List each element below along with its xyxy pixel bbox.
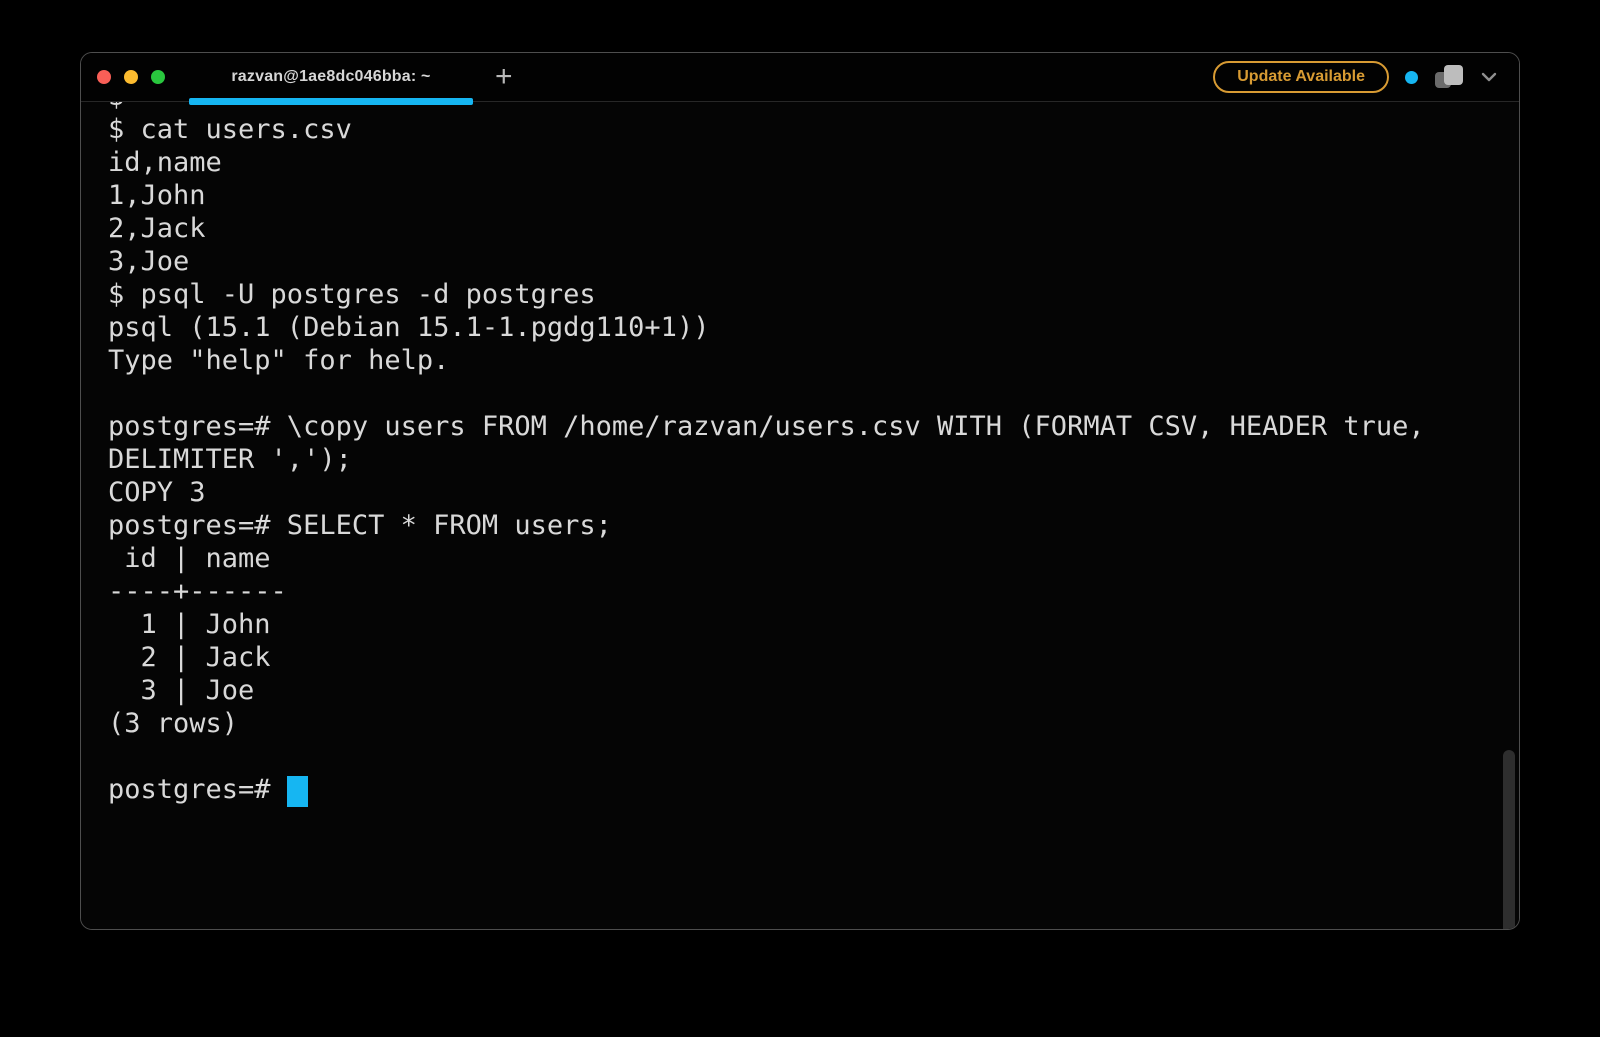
- prompt-line: postgres=#: [108, 773, 1492, 806]
- terminal-content[interactable]: $ $ cat users.csv id,name 1,John 2,Jack …: [81, 102, 1519, 929]
- status-dot-icon: [1405, 71, 1418, 84]
- terminal-output: $ $ cat users.csv id,name 1,John 2,Jack …: [108, 102, 1492, 740]
- tab-title: razvan@1ae8dc046bba: ~: [231, 68, 430, 86]
- window-controls: [97, 70, 165, 84]
- update-available-button[interactable]: Update Available: [1213, 61, 1389, 93]
- terminal-window: razvan@1ae8dc046bba: ~ + Update Availabl…: [80, 52, 1520, 930]
- titlebar-right-controls: Update Available: [1213, 61, 1497, 93]
- minimize-button[interactable]: [124, 70, 138, 84]
- maximize-button[interactable]: [151, 70, 165, 84]
- windows-stack-icon[interactable]: [1434, 64, 1465, 90]
- prompt-text: postgres=#: [108, 774, 287, 805]
- tab-active[interactable]: razvan@1ae8dc046bba: ~: [189, 53, 473, 101]
- close-button[interactable]: [97, 70, 111, 84]
- new-tab-button[interactable]: +: [491, 62, 517, 92]
- chevron-down-icon[interactable]: [1481, 72, 1497, 83]
- terminal-cursor: [287, 776, 308, 807]
- scrollbar-thumb[interactable]: [1503, 750, 1515, 929]
- tab-bar: razvan@1ae8dc046bba: ~ + Update Availabl…: [81, 53, 1519, 102]
